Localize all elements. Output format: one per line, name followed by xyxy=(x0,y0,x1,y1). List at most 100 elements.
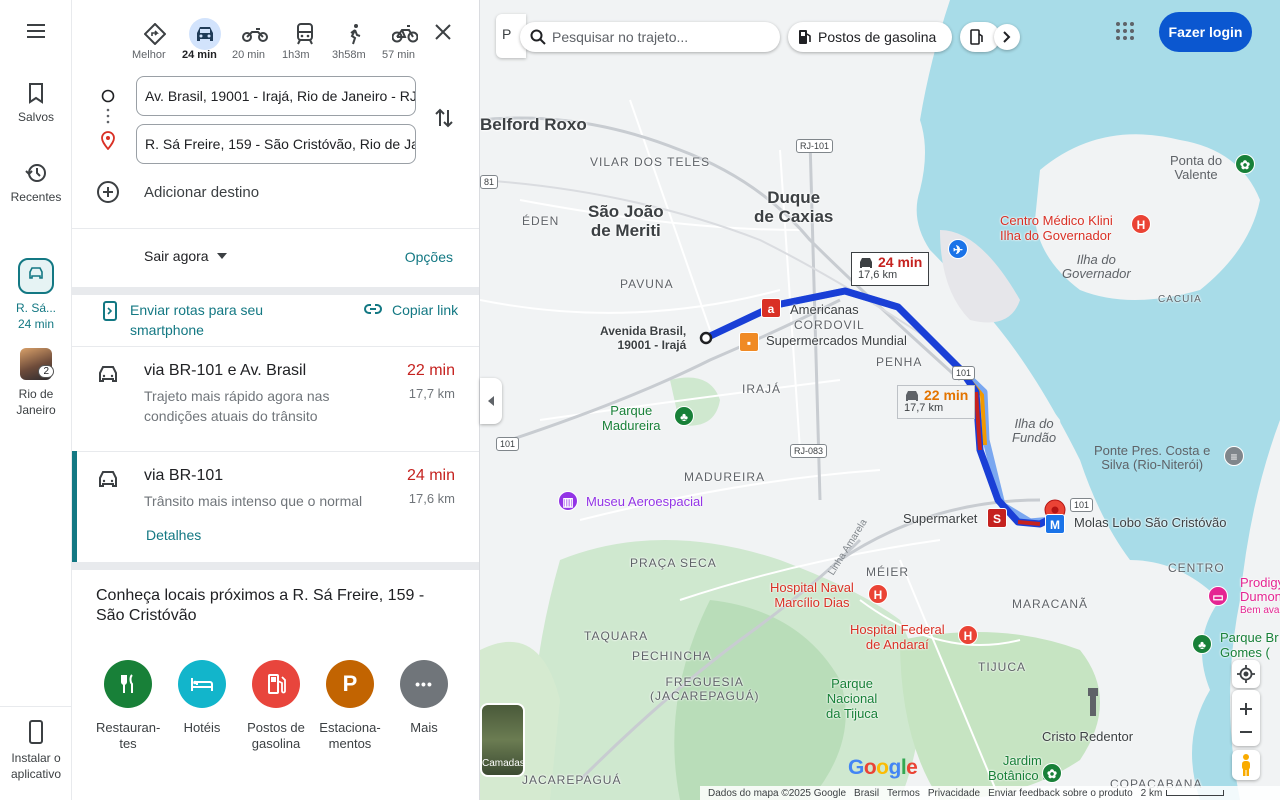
map-scale[interactable]: 2 km xyxy=(1141,788,1163,799)
layers-label: Camadas xyxy=(482,758,525,769)
mode-bike[interactable]: 57 min xyxy=(382,18,428,61)
recent-route-item[interactable]: R. Sá... 24 min xyxy=(0,258,72,332)
saved-button[interactable]: Salvos xyxy=(0,82,72,124)
museum-pin-icon[interactable]: ▥ xyxy=(558,491,578,511)
origin-circle-icon xyxy=(101,89,115,103)
map-footer: Dados do mapa ©2025 Google Brasil Termos… xyxy=(700,786,1280,800)
scale-bar xyxy=(1166,790,1225,796)
map-label-museu[interactable]: Museu Aeroespacial xyxy=(586,494,703,509)
close-icon[interactable] xyxy=(431,20,455,44)
map-label-freguesia: FREGUESIA (JACAREPAGUÁ) xyxy=(650,675,759,703)
chip-gas-stations[interactable]: Postos de gasolina xyxy=(788,22,952,52)
route-option[interactable]: via BR-101 e Av. Brasil Trajeto mais ráp… xyxy=(72,346,479,451)
apps-grid-icon[interactable] xyxy=(1114,20,1136,42)
store-pin-icon[interactable]: M xyxy=(1045,514,1065,534)
map-label-mundial[interactable]: Supermercados Mundial xyxy=(766,333,907,348)
hospital-pin-icon[interactable]: H xyxy=(868,584,888,604)
car-icon xyxy=(99,471,117,487)
route-callout-alternate[interactable]: 22 min 17,7 km xyxy=(897,385,976,419)
swap-icon[interactable] xyxy=(432,106,456,130)
category-restaurants[interactable]: Restauran-tes xyxy=(96,660,160,752)
park-pin-icon[interactable]: ✿ xyxy=(1235,154,1255,174)
store-pin-icon[interactable]: a xyxy=(761,298,781,318)
destination-input[interactable]: R. Sá Freire, 159 - São Cristóvão, Rio d… xyxy=(136,124,416,164)
copy-link-button[interactable]: Copiar link xyxy=(364,300,464,320)
hospital-pin-icon[interactable]: H xyxy=(1131,214,1151,234)
airport-pin-icon[interactable]: ✈ xyxy=(948,239,968,259)
map-label-ilha-do-governador: Ilha do Governador xyxy=(1062,253,1131,281)
map-label-parque-tijuca[interactable]: Parque Nacional da Tijuca xyxy=(826,676,878,721)
map-label-klini[interactable]: Centro Médico Klini Ilha do Governador xyxy=(1000,213,1113,243)
park-pin-icon[interactable]: ♣ xyxy=(674,406,694,426)
map-label-cristo-redentor[interactable]: Cristo Redentor xyxy=(1042,729,1133,744)
route-option-selected[interactable]: via BR-101 Trânsito mais intenso que o n… xyxy=(72,451,479,562)
map-label-molas-lobo[interactable]: Molas Lobo São Cristóvão xyxy=(1074,515,1226,530)
mode-walk[interactable]: 3h58m xyxy=(332,18,378,61)
garden-pin-icon[interactable]: ✿ xyxy=(1042,763,1062,783)
map-label-line: Silva (Rio-Niterói) xyxy=(1101,457,1204,472)
map-label-americanas[interactable]: Americanas xyxy=(790,302,859,317)
map-label-line: Avenida Brasil, xyxy=(600,324,687,338)
place-thumbnail: 2 xyxy=(20,348,54,380)
map-label-hospital-federal[interactable]: Hospital Federal de Andaraí xyxy=(850,622,945,652)
my-location-button[interactable] xyxy=(1232,660,1260,688)
route-details-link[interactable]: Detalhes xyxy=(146,527,201,543)
zoom-out-icon[interactable] xyxy=(1239,730,1253,734)
add-circle-icon xyxy=(97,181,119,203)
park-pin-icon[interactable]: ♣ xyxy=(1192,634,1212,654)
map-label-ponte-rio-niteroi[interactable]: Ponte Pres. Costa e Silva (Rio-Niterói) xyxy=(1094,444,1210,472)
options-button[interactable]: Opções xyxy=(405,249,453,265)
search-placeholder: Pesquisar no trajeto... xyxy=(552,29,689,45)
supermarket-pin-icon[interactable]: S xyxy=(987,508,1007,528)
category-parking[interactable]: P Estaciona-mentos xyxy=(318,660,382,752)
mode-transit[interactable]: 1h3m xyxy=(282,18,328,61)
add-destination-button[interactable]: Adicionar destino xyxy=(96,180,259,204)
map-label-taquara: TAQUARA xyxy=(584,629,649,643)
map-label-line: Parque xyxy=(610,403,653,418)
google-logo: Google xyxy=(848,756,918,779)
mode-motorcycle[interactable]: 20 min xyxy=(232,18,278,61)
category-more[interactable]: ••• Mais xyxy=(392,660,456,736)
map-label-line: Governador xyxy=(1062,266,1131,281)
zoom-in-icon[interactable] xyxy=(1239,702,1253,716)
collapse-panel-button[interactable] xyxy=(480,378,502,424)
road-shield: 101 xyxy=(1070,498,1094,512)
layers-button[interactable]: Camadas xyxy=(480,703,525,777)
chips-next-button[interactable] xyxy=(994,24,1020,50)
search-along-route[interactable]: Pesquisar no trajeto... xyxy=(520,22,780,52)
footer-feedback-link[interactable]: Enviar feedback sobre o produto xyxy=(988,788,1133,799)
depart-time-dropdown[interactable]: Sair agora xyxy=(144,248,227,264)
mode-car[interactable]: 24 min xyxy=(182,18,228,61)
place-label-2: Janeiro xyxy=(16,403,56,417)
section-separator xyxy=(72,287,479,295)
route-callout-selected[interactable]: 24 min 17,6 km xyxy=(851,252,930,286)
category-gas[interactable]: Postos de gasolina xyxy=(244,660,308,752)
footer-country-link[interactable]: Brasil xyxy=(854,788,879,799)
map-label-prodigy[interactable]: Prodigy Dumon Bem ava xyxy=(1240,576,1280,618)
map-label-parque-br[interactable]: Parque Br Gomes ( xyxy=(1220,630,1279,660)
send-to-phone-button[interactable]: Enviar rotas para seu smartphone xyxy=(102,300,302,340)
map-canvas[interactable]: Belford Roxo VILAR DOS TELES Duque de Ca… xyxy=(480,0,1280,800)
bridge-pin-icon[interactable]: ≡ xyxy=(1224,446,1244,466)
hotel-pin-icon[interactable]: ▭ xyxy=(1208,586,1228,606)
footer-terms-link[interactable]: Termos xyxy=(887,788,920,799)
login-button[interactable]: Fazer login xyxy=(1159,12,1252,52)
map-label-hospital-naval[interactable]: Hospital Naval Marcílio Dias xyxy=(770,580,854,610)
origin-input[interactable]: Av. Brasil, 19001 - Irajá, Rio de Janeir… xyxy=(136,76,416,116)
place-label-1: Rio de xyxy=(18,387,54,401)
category-hotels[interactable]: Hotéis xyxy=(170,660,234,736)
map-label-parque-madureira[interactable]: Parque Madureira xyxy=(602,403,661,433)
supermarket-pin-icon[interactable]: ▪ xyxy=(739,332,759,352)
footer-privacy-link[interactable]: Privacidade xyxy=(928,788,980,799)
map-data-attribution: Dados do mapa ©2025 Google xyxy=(708,787,847,799)
map-label-penha: PENHA xyxy=(876,355,923,369)
menu-button[interactable] xyxy=(0,22,72,46)
callout-time: 24 min xyxy=(878,254,923,270)
recent-place-rio[interactable]: 2 Rio de Janeiro xyxy=(0,348,72,418)
mode-best[interactable]: Melhor xyxy=(132,18,178,61)
hospital-pin-icon[interactable]: H xyxy=(958,625,978,645)
install-app-button[interactable]: Instalar o aplicativo xyxy=(0,720,72,782)
street-view-button[interactable] xyxy=(1232,750,1260,780)
map-label-supermarket[interactable]: Supermarket xyxy=(903,511,977,526)
recent-button[interactable]: Recentes xyxy=(0,162,72,204)
